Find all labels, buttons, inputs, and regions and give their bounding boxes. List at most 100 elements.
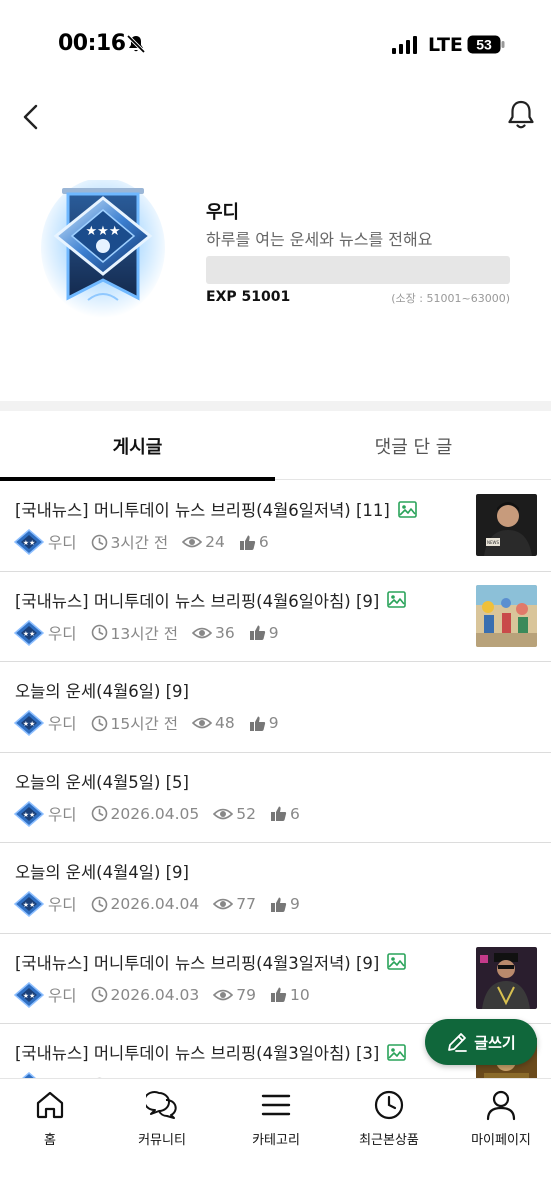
nav-recently-viewed[interactable]: 최근본상품 bbox=[334, 1089, 444, 1159]
post-author: 우디 bbox=[48, 805, 77, 824]
notification-bell-icon[interactable] bbox=[504, 98, 538, 132]
post-thumbnail[interactable]: NEWS bbox=[476, 494, 537, 556]
post-author: 우디 bbox=[48, 986, 77, 1005]
eye-icon bbox=[213, 989, 234, 1000]
image-attachment-icon bbox=[398, 500, 417, 518]
post-likes: 10 bbox=[290, 985, 310, 1004]
author-badge-icon: ★★ bbox=[13, 710, 45, 736]
clock-icon bbox=[91, 534, 107, 550]
nav-home[interactable]: 홈 bbox=[0, 1089, 105, 1159]
post-title: 오늘의 운세(4월4일) [9] bbox=[15, 863, 189, 882]
author-badge-icon: ★★ bbox=[13, 800, 45, 827]
tab-commented-posts[interactable]: 댓글 단 글 bbox=[276, 411, 551, 480]
post-title: [국내뉴스] 머니투데이 뉴스 브리핑(4월3일아침) [3] bbox=[15, 1044, 380, 1063]
status-bar: 00:16 LTE 53 bbox=[0, 0, 551, 90]
post-likes: 9 bbox=[268, 623, 279, 642]
post-author: 우디 bbox=[48, 624, 77, 643]
post-thumbnail[interactable] bbox=[476, 584, 537, 647]
home-icon bbox=[36, 1091, 64, 1119]
exp-range: (소장 : 51001~63000) bbox=[391, 292, 510, 305]
thumbs-up-icon bbox=[271, 897, 287, 912]
battery-icon: 53 bbox=[467, 35, 505, 54]
write-post-label: 글쓰기 bbox=[474, 1033, 516, 1052]
post-author: 우디 bbox=[48, 534, 77, 552]
back-arrow-icon[interactable] bbox=[18, 100, 46, 134]
post-title: 오늘의 운세(4월6일) [9] bbox=[15, 682, 189, 701]
exp-progress-bar bbox=[206, 256, 510, 284]
battery-level: 53 bbox=[476, 37, 492, 53]
eye-icon bbox=[191, 717, 212, 729]
author-badge-icon: ★★ bbox=[22, 1072, 36, 1078]
post-row[interactable]: 오늘의 운세(4월5일) [5] ★★ 우디 2026.04.05 52 6 bbox=[0, 753, 551, 843]
svg-text:NEWS: NEWS bbox=[487, 540, 499, 545]
nav-my-page[interactable]: 마이페이지 bbox=[446, 1089, 551, 1159]
nav-my-page-label: 마이페이지 bbox=[471, 1133, 531, 1148]
post-list: [국내뉴스] 머니투데이 뉴스 브리핑(4월6일저녁) [11] ★★ 우디 3… bbox=[0, 481, 551, 1078]
svg-text:★★: ★★ bbox=[23, 901, 36, 909]
author-badge-icon: ★★ bbox=[13, 619, 45, 646]
post-views: 24 bbox=[205, 533, 225, 551]
post-meta: ★★ 우디 13시간 전 36 9 bbox=[13, 619, 279, 646]
chat-bubbles-icon bbox=[146, 1091, 177, 1119]
post-row[interactable]: [국내뉴스] 머니투데이 뉴스 브리핑(4월6일아침) [9] ★★ 우디 13… bbox=[0, 572, 551, 662]
post-meta: ★★ 우디 3시간 전 24 6 bbox=[13, 529, 269, 555]
nav-recently-viewed-label: 최근본상품 bbox=[359, 1133, 419, 1148]
svg-text:★★: ★★ bbox=[23, 992, 36, 1000]
post-title: [국내뉴스] 머니투데이 뉴스 브리핑(4월3일저녁) [9] bbox=[15, 953, 380, 973]
status-time: 00:16 bbox=[58, 31, 126, 56]
post-time: 3시간 전 bbox=[110, 534, 169, 552]
eye-icon bbox=[213, 898, 234, 910]
image-attachment-icon bbox=[387, 591, 407, 608]
bottom-navigation: 홈 커뮤니티 카테고리 최근본상품 마이페이지 bbox=[0, 1078, 551, 1200]
image-attachment-icon bbox=[387, 953, 407, 970]
write-post-button[interactable]: 글쓰기 bbox=[425, 1019, 537, 1065]
post-thumbnail[interactable] bbox=[476, 946, 537, 1009]
post-title-line: 오늘의 운세(4월5일) [5] bbox=[15, 769, 189, 793]
post-author: 우디 bbox=[48, 715, 77, 733]
post-views: 79 bbox=[236, 985, 257, 1004]
eye-icon bbox=[213, 808, 234, 819]
section-divider bbox=[0, 401, 551, 411]
post-row[interactable]: 오늘의 운세(4월4일) [9] ★★ 우디 2026.04.04 77 9 bbox=[0, 843, 551, 934]
post-row[interactable]: [국내뉴스] 머니투데이 뉴스 브리핑(4월3일저녁) [9] ★★ 우디 20… bbox=[0, 934, 551, 1024]
post-meta: ★★ 우디 15시간 전 48 9 bbox=[13, 710, 279, 736]
post-likes: 6 bbox=[258, 533, 269, 551]
pencil-icon bbox=[448, 1033, 468, 1052]
image-attachment-icon bbox=[387, 1043, 407, 1061]
person-icon bbox=[486, 1090, 516, 1121]
post-title-line: [국내뉴스] 머니투데이 뉴스 브리핑(4월6일저녁) [11] bbox=[15, 497, 417, 521]
clock-icon bbox=[91, 715, 107, 731]
post-title-line: 오늘의 운세(4월4일) [9] bbox=[15, 859, 189, 883]
nav-community-label: 커뮤니티 bbox=[138, 1133, 186, 1148]
thumbs-up-icon bbox=[249, 716, 265, 731]
svg-text:★★: ★★ bbox=[23, 539, 36, 547]
post-meta: ★★ 우디 2026.04.04 77 9 bbox=[13, 891, 300, 917]
tab-bar: 게시글 댓글 단 글 bbox=[0, 411, 551, 481]
post-views: 52 bbox=[236, 804, 257, 823]
svg-text:★★: ★★ bbox=[23, 720, 36, 728]
eye-icon bbox=[191, 627, 212, 638]
nav-category[interactable]: 카테고리 bbox=[221, 1089, 331, 1159]
clock-icon bbox=[91, 805, 107, 822]
network-type: LTE bbox=[428, 34, 463, 56]
thumbs-up-icon bbox=[271, 987, 287, 1002]
rank-badge-icon: ★★★ bbox=[41, 180, 165, 318]
tab-posts[interactable]: 게시글 bbox=[0, 411, 275, 481]
post-row[interactable]: 오늘의 운세(4월6일) [9] ★★ 우디 15시간 전 48 9 bbox=[0, 662, 551, 753]
post-title: 오늘의 운세(4월5일) [5] bbox=[15, 772, 189, 792]
post-views: 77 bbox=[236, 895, 257, 913]
signal-icon bbox=[392, 36, 417, 54]
clock-icon bbox=[91, 896, 107, 912]
clock-icon bbox=[374, 1090, 404, 1120]
profile-name: 우디 bbox=[206, 202, 240, 223]
nav-community[interactable]: 커뮤니티 bbox=[107, 1089, 217, 1159]
post-title: [국내뉴스] 머니투데이 뉴스 브리핑(4월6일저녁) [11] bbox=[15, 501, 390, 520]
post-time: 2026.04.04 bbox=[110, 895, 200, 913]
post-time: 13시간 전 bbox=[110, 624, 178, 643]
post-time: 2026.04.05 bbox=[110, 804, 200, 823]
post-author: 우디 bbox=[48, 896, 77, 914]
post-time: 15시간 전 bbox=[110, 715, 178, 733]
svg-text:★★: ★★ bbox=[23, 811, 36, 819]
menu-icon bbox=[261, 1094, 291, 1116]
post-row[interactable]: [국내뉴스] 머니투데이 뉴스 브리핑(4월6일저녁) [11] ★★ 우디 3… bbox=[0, 481, 551, 572]
